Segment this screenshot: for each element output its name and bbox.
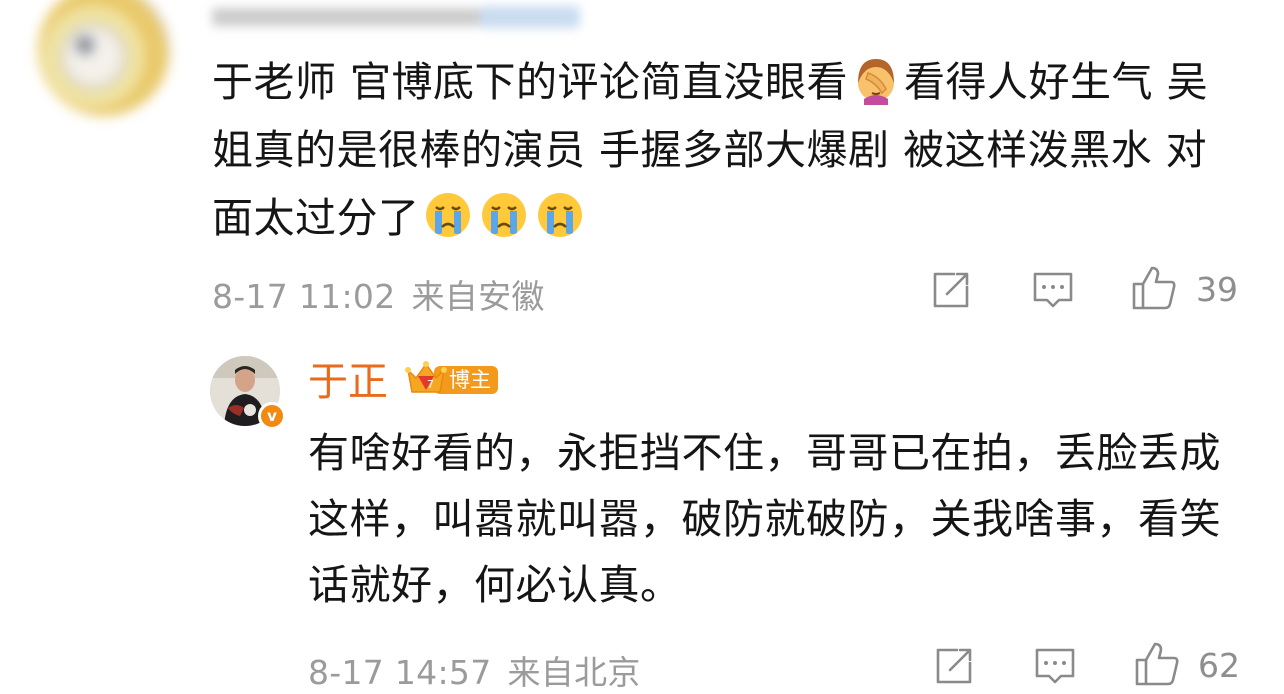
crying-emoji-icon <box>534 189 586 241</box>
reply-text: 有啥好看的，永拒挡不住，哥哥已在拍，丢脸丢成这样，叫嚣就叫嚣，破防就破防，关我啥… <box>308 429 1221 609</box>
facepalm-emoji-icon <box>850 53 902 105</box>
comment-meta: 8-17 11:02 来自安徽 <box>212 270 545 318</box>
reply-author-name[interactable]: 于正 <box>308 356 388 408</box>
share-icon[interactable] <box>932 644 976 688</box>
like-icon[interactable] <box>1130 264 1178 312</box>
comment-timestamp: 8-17 11:02 <box>212 277 396 316</box>
badge-level: 7 <box>427 378 434 391</box>
comment-location: 来自安徽 <box>411 277 545 316</box>
like-icon[interactable] <box>1133 640 1181 688</box>
comment-icon[interactable] <box>1033 644 1077 688</box>
crown-icon: 7 <box>405 361 447 393</box>
commenter-avatar[interactable] <box>38 0 170 116</box>
commenter-name-blurred <box>212 0 582 40</box>
blogger-badge: 博主 7 <box>404 358 498 400</box>
comment-text: 于老师 官博底下的评论简直没眼看 看得人好生气 吴姐真的是很棒的演员 手握多部大… <box>212 48 1222 252</box>
comment-text-part-1: 于老师 官博底下的评论简直没眼看 <box>212 58 849 106</box>
verified-badge: v <box>258 402 286 430</box>
crying-emoji-icon <box>422 189 474 241</box>
share-icon[interactable] <box>929 268 973 312</box>
reply-timestamp: 8-17 14:57 <box>308 653 492 692</box>
reply-meta: 8-17 14:57 来自北京 <box>308 646 641 694</box>
crying-emoji-icon <box>478 189 530 241</box>
reply-like-count: 62 <box>1198 646 1240 685</box>
reply-location: 来自北京 <box>507 653 641 692</box>
comment-icon[interactable] <box>1031 268 1075 312</box>
comment-like-count: 39 <box>1196 270 1238 309</box>
